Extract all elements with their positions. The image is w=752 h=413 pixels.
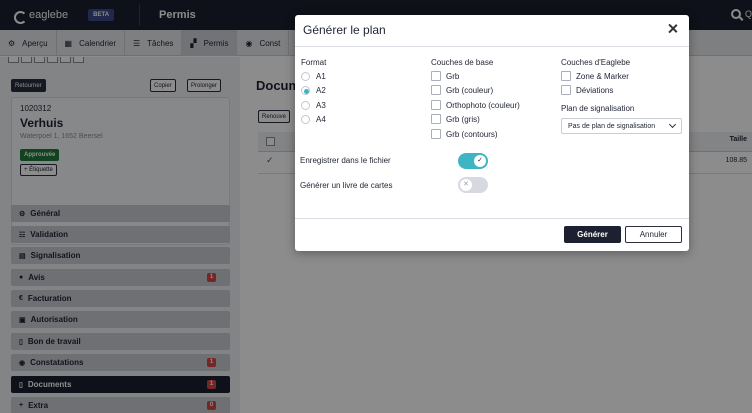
layer-label: Zone & Marker	[576, 71, 629, 81]
layer-grb-couleur-checkbox[interactable]: Grb (couleur)	[431, 85, 493, 95]
format-label: A1	[316, 72, 326, 81]
layer-label: Orthophoto (couleur)	[446, 100, 520, 110]
eaglebe-layers-header: Couches d'Eaglebe	[561, 58, 631, 67]
checkbox-icon	[431, 114, 441, 124]
layer-orthophoto-checkbox[interactable]: Orthophoto (couleur)	[431, 100, 520, 110]
format-a3-radio[interactable]: A3	[301, 101, 326, 110]
save-in-file-label: Enregistrer dans le fichier	[300, 156, 391, 165]
dialog-title: Générer le plan	[303, 23, 386, 37]
x-icon: ✕	[460, 179, 472, 191]
generate-label: Générer	[577, 230, 608, 239]
checkbox-icon	[431, 71, 441, 81]
radio-icon	[301, 115, 310, 124]
layer-label: Grb (gris)	[446, 114, 480, 124]
signal-plan-value: Pas de plan de signalisation	[568, 122, 656, 130]
format-a2-radio[interactable]: A2	[301, 86, 326, 95]
checkbox-icon	[561, 71, 571, 81]
generate-button[interactable]: Générer	[564, 226, 621, 243]
format-label: A3	[316, 101, 326, 110]
checkbox-icon	[431, 85, 441, 95]
map-book-toggle[interactable]: ✕	[458, 177, 488, 193]
layer-deviations-checkbox[interactable]: Déviations	[561, 85, 613, 95]
format-label: A2	[316, 86, 326, 95]
signal-plan-select[interactable]: Pas de plan de signalisation	[561, 118, 682, 134]
checkbox-icon	[431, 129, 441, 139]
format-a4-radio[interactable]: A4	[301, 115, 326, 124]
layer-label: Grb (contours)	[446, 129, 498, 139]
format-label: A4	[316, 115, 326, 124]
cancel-label: Annuler	[639, 230, 668, 239]
divider	[295, 46, 689, 47]
save-in-file-toggle[interactable]: ✓	[458, 153, 488, 169]
format-header: Format	[301, 58, 327, 67]
format-a1-radio[interactable]: A1	[301, 72, 326, 81]
checkbox-icon	[561, 85, 571, 95]
cancel-button[interactable]: Annuler	[625, 226, 682, 243]
signal-plan-header: Plan de signalisation	[561, 104, 635, 113]
layer-grb-contours-checkbox[interactable]: Grb (contours)	[431, 129, 498, 139]
radio-icon	[301, 101, 310, 110]
layer-label: Grb	[446, 71, 460, 81]
chevron-down-icon	[668, 120, 677, 129]
layer-label: Déviations	[576, 85, 614, 95]
radio-icon	[301, 72, 310, 81]
base-layers-header: Couches de base	[431, 58, 494, 67]
layer-zone-marker-checkbox[interactable]: Zone & Marker	[561, 71, 629, 81]
check-icon: ✓	[474, 155, 486, 167]
radio-selected-icon	[301, 86, 310, 95]
map-book-label: Générer un livre de cartes	[300, 181, 393, 190]
close-icon[interactable]	[667, 23, 679, 35]
checkbox-icon	[431, 100, 441, 110]
divider	[295, 218, 689, 219]
generate-plan-dialog: Générer le plan Format A1 A2 A3 A4 Couch…	[295, 15, 689, 251]
layer-grb-gris-checkbox[interactable]: Grb (gris)	[431, 114, 480, 124]
layer-label: Grb (couleur)	[446, 85, 494, 95]
layer-grb-checkbox[interactable]: Grb	[431, 71, 459, 81]
